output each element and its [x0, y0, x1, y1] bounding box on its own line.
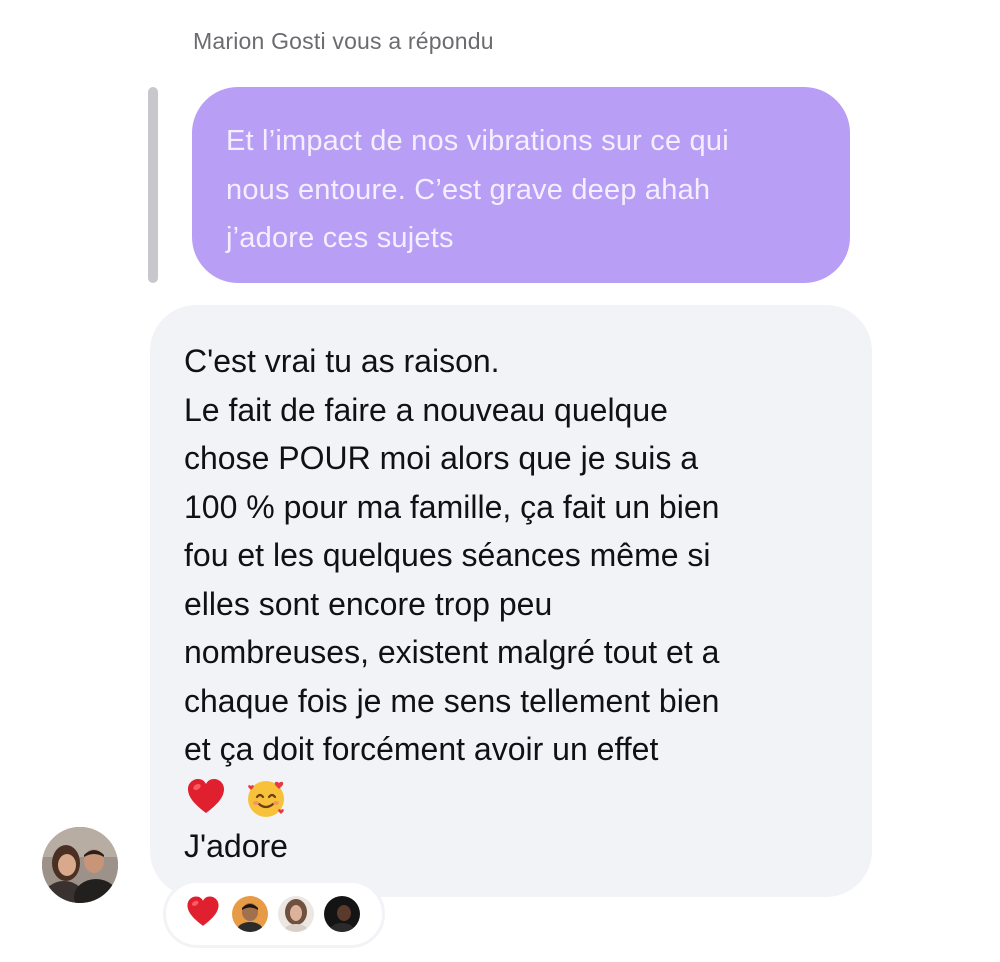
- sender-avatar[interactable]: [42, 827, 118, 903]
- message-line: chaque fois je me sens tellement bien: [184, 682, 720, 719]
- message-line: Le fait de faire a nouveau quelque: [184, 391, 668, 428]
- reactor-avatar[interactable]: [324, 896, 360, 932]
- message-line: et ça doit forcément avoir un effet: [184, 731, 659, 767]
- quoted-message-line: Et l’impact de nos vibrations sur ce qui: [226, 125, 729, 157]
- message-line: fou et les quelques séances même si: [184, 537, 711, 573]
- reactor-avatar[interactable]: [278, 896, 314, 932]
- message-thread: Marion Gosti vous a répondu Et l’impact …: [0, 0, 1000, 962]
- heart-reaction-icon: [184, 893, 222, 936]
- message-line: elles sont encore trop peu: [184, 585, 553, 622]
- reply-header: Marion Gosti vous a répondu: [193, 28, 494, 54]
- reactor-avatar[interactable]: [232, 896, 268, 932]
- quoted-message-line: j’adore ces sujets: [226, 222, 454, 254]
- message-line: 100 % pour ma famille, ça fait un bien: [184, 488, 720, 525]
- message-emoji-line: [184, 774, 838, 822]
- quote-indicator-bar: [148, 87, 158, 283]
- message-line: nombreuses, existent malgré tout et a: [184, 634, 720, 670]
- message-line: chose POUR moi alors que je suis a: [184, 440, 698, 476]
- quoted-message-line: nous entoure. C’est grave deep ahah: [226, 173, 711, 206]
- reactions-bar[interactable]: [163, 880, 385, 948]
- message-bubble[interactable]: C'est vrai tu as raison. Le fait de fair…: [150, 305, 872, 897]
- quoted-message-bubble[interactable]: Et l’impact de nos vibrations sur ce qui…: [192, 87, 850, 283]
- message-closing-line: J'adore: [184, 827, 288, 864]
- message-line: C'est vrai tu as raison.: [184, 343, 500, 379]
